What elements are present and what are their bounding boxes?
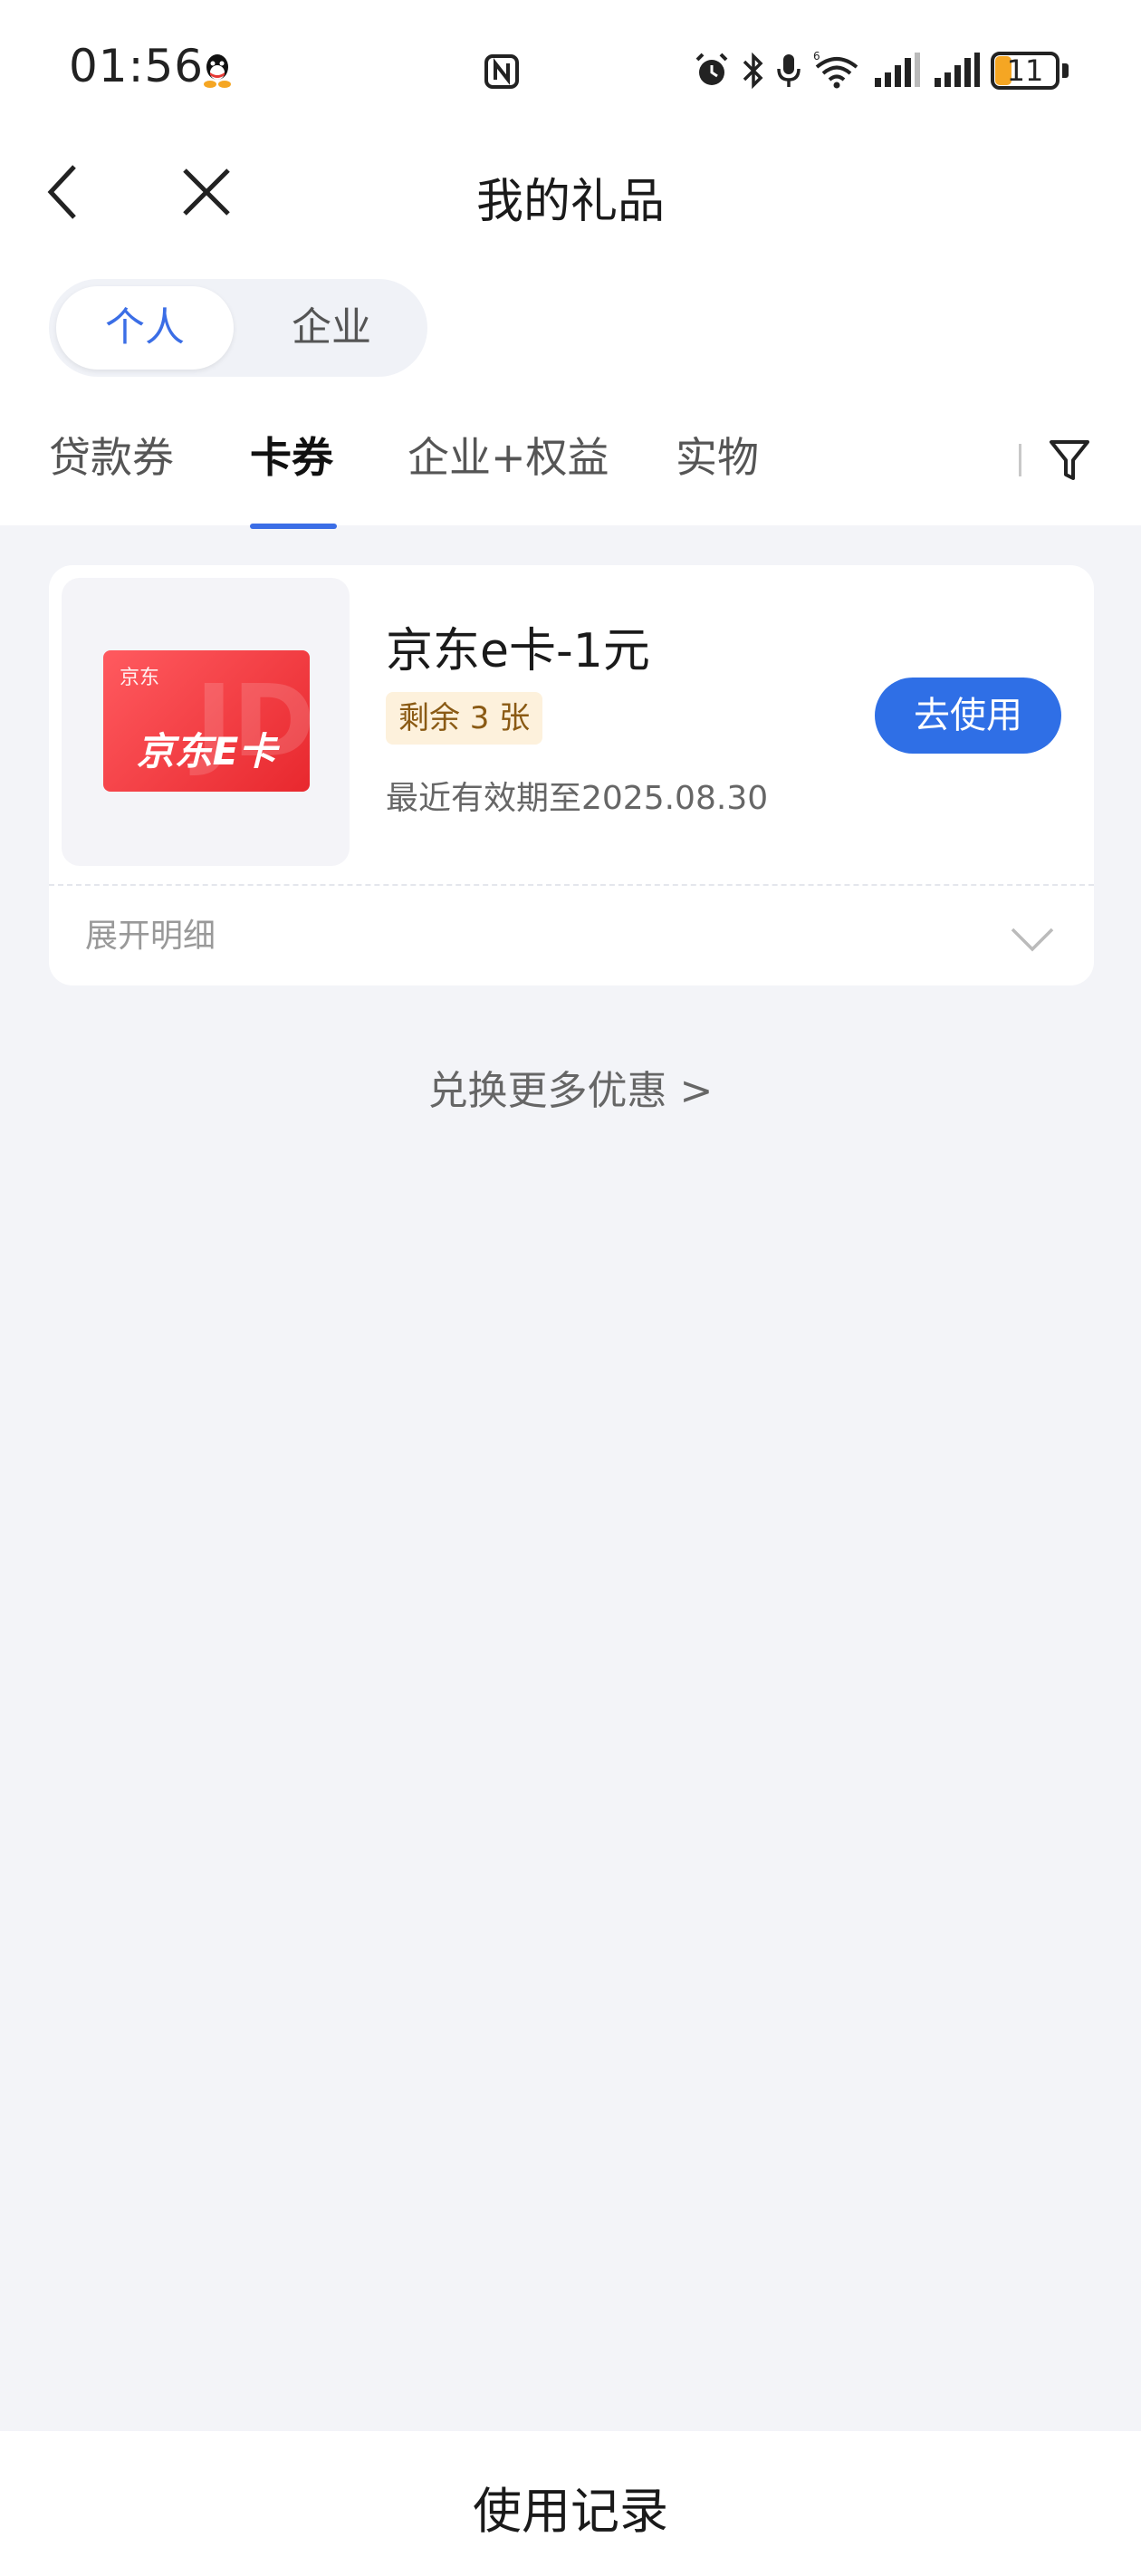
status-time: 01:56 [69,40,205,92]
battery-icon: 11 [991,52,1069,90]
gift-name: 京东e卡-1元 [386,624,650,678]
header-area: 01:56 6 11 我的礼品 个人 企业 贷款券 卡券 企业+权益 实物 [0,0,1141,529]
bluetooth-icon [743,52,763,90]
mic-icon [777,54,801,87]
tab-card-coupon[interactable]: 卡券 [250,426,333,489]
category-tabs: 贷款券 卡券 企业+权益 实物 [0,426,1141,529]
segment-personal[interactable]: 个人 [56,286,234,370]
battery-level: 11 [1006,53,1044,88]
filter-button[interactable] [1041,433,1098,489]
tab-divider [1019,444,1021,476]
gift-thumbnail: JD 京东 京东E卡 [62,578,350,866]
wifi-icon: 6 [813,51,858,89]
signal-icon [935,53,980,87]
tab-enterprise-benefits[interactable]: 企业+权益 [408,426,609,489]
use-button[interactable]: 去使用 [875,678,1061,754]
expand-details-label[interactable]: 展开明细 [85,909,216,956]
segment-enterprise[interactable]: 企业 [243,286,420,370]
tab-loan-coupon[interactable]: 贷款券 [49,426,174,489]
card-brand-small: 京东 [120,667,160,689]
jd-ecard-image: JD 京东 京东E卡 [103,650,310,792]
alarm-icon [695,53,728,85]
usage-history-button[interactable]: 使用记录 [0,2471,1141,2542]
expiry-date: 最近有效期至2025.08.30 [386,780,769,817]
tab-active-indicator [250,524,337,529]
qq-icon [204,54,231,88]
status-bar: 01:56 6 11 [0,0,1141,136]
signal-icon [875,53,920,87]
nfc-icon [484,54,519,89]
bottom-bar: 使用记录 [0,2431,1141,2576]
card-divider [49,884,1094,886]
filter-icon [1050,440,1089,480]
status-icons: 6 11 [692,47,1069,94]
page-title: 我的礼品 [475,175,665,229]
redeem-more-link[interactable]: 兑换更多优惠 > [0,1058,1141,1116]
account-type-segment: 个人 企业 [49,279,427,377]
chevron-down-icon[interactable] [1009,917,1056,960]
gift-card: JD 京东 京东E卡 京东e卡-1元 剩余 3 张 最近有效期至2025.08.… [49,565,1094,985]
svg-text:6: 6 [813,51,820,62]
remaining-badge: 剩余 3 张 [386,692,543,745]
card-brand-big: 京东E卡 [136,729,277,774]
tab-physical[interactable]: 实物 [676,426,759,489]
